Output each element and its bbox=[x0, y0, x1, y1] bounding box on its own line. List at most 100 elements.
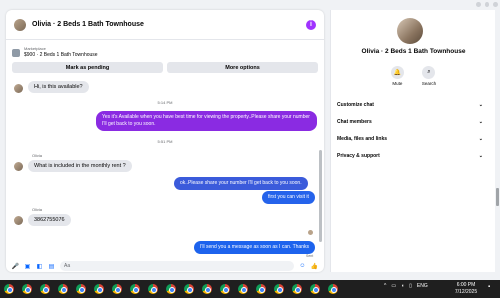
chrome-icon bbox=[202, 284, 212, 294]
taskbar-chrome-icon[interactable] bbox=[92, 282, 106, 296]
battery-icon[interactable]: ▯ bbox=[409, 283, 412, 289]
chevron-down-icon: ⌄ bbox=[478, 118, 483, 125]
more-options-button[interactable]: More options bbox=[167, 62, 318, 73]
scrollbar[interactable] bbox=[496, 188, 499, 206]
sender-name: Olivia bbox=[32, 207, 43, 212]
menu-chat-members[interactable]: Chat members ⌄ bbox=[335, 113, 485, 130]
menu-customize-chat[interactable]: Customize chat ⌄ bbox=[335, 96, 485, 113]
taskbar-chrome-icon[interactable] bbox=[128, 282, 142, 296]
avatar[interactable] bbox=[397, 18, 423, 44]
mute-label: Mute bbox=[392, 81, 403, 86]
taskbar-chrome-icon[interactable] bbox=[20, 282, 34, 296]
chrome-icon bbox=[166, 284, 176, 294]
dot[interactable] bbox=[493, 1, 499, 7]
chat-header: Olivia · 2 Beds 1 Bath Townhouse i bbox=[6, 10, 324, 40]
taskbar-chrome-icon[interactable] bbox=[164, 282, 178, 296]
chrome-icon bbox=[328, 284, 338, 294]
date: 7/12/2025 bbox=[454, 289, 478, 295]
chrome-icon bbox=[184, 284, 194, 294]
taskbar-chrome-icon[interactable] bbox=[290, 282, 304, 296]
scrollbar[interactable] bbox=[319, 150, 322, 242]
taskbar-chrome-icon[interactable] bbox=[236, 282, 250, 296]
chrome-icon bbox=[4, 284, 14, 294]
chrome-icon bbox=[148, 284, 158, 294]
chrome-icon bbox=[58, 284, 68, 294]
conversation-details-panel: Olivia · 2 Beds 1 Bath Townhouse 🔔 Mute … bbox=[330, 10, 495, 272]
taskbar-chrome-icon[interactable] bbox=[326, 282, 340, 296]
network-icon[interactable]: ▭ bbox=[391, 283, 396, 289]
marketplace-label: Marketplace bbox=[24, 46, 46, 51]
incoming-message: What is included in the monthly rent ? bbox=[28, 160, 132, 172]
taskbar-chrome-icon[interactable] bbox=[218, 282, 232, 296]
menu-label: Customize chat bbox=[337, 101, 374, 108]
incoming-message: 3862755076 bbox=[28, 214, 71, 226]
taskbar-chrome-icon[interactable] bbox=[74, 282, 88, 296]
marketplace-banner: Marketplace $900 · 2 Beds 1 Bath Townhou… bbox=[6, 42, 324, 80]
avatar[interactable] bbox=[14, 216, 23, 225]
composer: 🎤 ▣ ◧ ▤ Aa ☺ 👍 bbox=[6, 260, 324, 272]
gif-icon[interactable]: ▤ bbox=[48, 263, 55, 270]
taskbar-chrome-icon[interactable] bbox=[38, 282, 52, 296]
image-icon[interactable]: ▣ bbox=[24, 263, 31, 270]
chrome-icon bbox=[112, 284, 122, 294]
taskbar-chrome-icon[interactable] bbox=[146, 282, 160, 296]
outgoing-message: first you can visit it bbox=[262, 191, 315, 204]
outgoing-message: Yes it's Available when you have best ti… bbox=[96, 111, 317, 131]
like-icon[interactable]: 👍 bbox=[311, 263, 318, 270]
chrome-icon bbox=[130, 284, 140, 294]
chrome-icon bbox=[22, 284, 32, 294]
system-tray: ^ ▭ ◖ ▯ ENG bbox=[384, 283, 428, 289]
chevron-down-icon: ⌄ bbox=[478, 101, 483, 108]
volume-icon[interactable]: ◖ bbox=[401, 283, 404, 289]
info-icon[interactable]: i bbox=[306, 19, 316, 30]
dot[interactable] bbox=[476, 1, 481, 7]
language-indicator[interactable]: ENG bbox=[417, 283, 428, 289]
outgoing-message: ok..Please share your number I'll get ba… bbox=[174, 177, 308, 190]
chat-title[interactable]: Olivia · 2 Beds 1 Bath Townhouse bbox=[32, 21, 306, 28]
taskbar-chrome-icon[interactable] bbox=[110, 282, 124, 296]
taskbar-chrome-icon[interactable] bbox=[56, 282, 70, 296]
listing-thumbnail[interactable] bbox=[12, 49, 20, 57]
menu-privacy-support[interactable]: Privacy & support ⌄ bbox=[335, 147, 485, 164]
time: 6:00 PM bbox=[456, 282, 476, 288]
sent-status: Sent bbox=[306, 254, 314, 258]
window-controls bbox=[476, 0, 499, 8]
microphone-icon[interactable]: 🎤 bbox=[12, 263, 19, 270]
taskbar-chrome-icon[interactable] bbox=[2, 282, 16, 296]
chrome-icon bbox=[310, 284, 320, 294]
emoji-icon[interactable]: ☺ bbox=[299, 263, 306, 270]
menu-media-files-links[interactable]: Media, files and links ⌄ bbox=[335, 130, 485, 147]
chrome-icon bbox=[292, 284, 302, 294]
mute-button[interactable]: 🔔 Mute bbox=[390, 66, 404, 86]
menu-label: Privacy & support bbox=[337, 152, 380, 159]
chrome-icon bbox=[40, 284, 50, 294]
taskbar-chrome-icon[interactable] bbox=[182, 282, 196, 296]
chrome-icon bbox=[274, 284, 284, 294]
chrome-icon bbox=[220, 284, 230, 294]
taskbar-chrome-icon[interactable] bbox=[254, 282, 268, 296]
chat-panel: Olivia · 2 Beds 1 Bath Townhouse i Marke… bbox=[6, 10, 324, 272]
clock[interactable]: 6:00 PM 7/12/2025 bbox=[450, 282, 482, 296]
incoming-message: Hi, is this available? bbox=[28, 81, 89, 93]
conversation-name: Olivia · 2 Beds 1 Bath Townhouse bbox=[361, 48, 466, 55]
listing-summary[interactable]: $900 · 2 Beds 1 Bath Townhouse bbox=[24, 52, 98, 58]
menu-label: Chat members bbox=[337, 118, 372, 125]
chrome-icon bbox=[256, 284, 266, 294]
sender-name: Olivia bbox=[32, 153, 43, 158]
dot[interactable] bbox=[484, 1, 490, 7]
notification-icon[interactable]: ▪ bbox=[488, 284, 496, 294]
avatar[interactable] bbox=[14, 162, 23, 171]
chevron-up-icon[interactable]: ^ bbox=[384, 283, 386, 289]
avatar[interactable] bbox=[14, 18, 26, 31]
message-input[interactable]: Aa bbox=[60, 261, 294, 271]
avatar[interactable] bbox=[14, 84, 23, 93]
search-button[interactable]: ⌕ Search bbox=[422, 66, 436, 86]
mark-as-pending-button[interactable]: Mark as pending bbox=[12, 62, 163, 73]
taskbar-chrome-icon[interactable] bbox=[308, 282, 322, 296]
messenger-window: Olivia · 2 Beds 1 Bath Townhouse i Marke… bbox=[0, 0, 500, 298]
taskbar-chrome-icon[interactable] bbox=[200, 282, 214, 296]
chrome-icon bbox=[94, 284, 104, 294]
sticker-icon[interactable]: ◧ bbox=[36, 263, 43, 270]
taskbar-chrome-icon[interactable] bbox=[272, 282, 286, 296]
message-list: Hi, is this available? 5:14 PM Yes it's … bbox=[6, 80, 324, 256]
